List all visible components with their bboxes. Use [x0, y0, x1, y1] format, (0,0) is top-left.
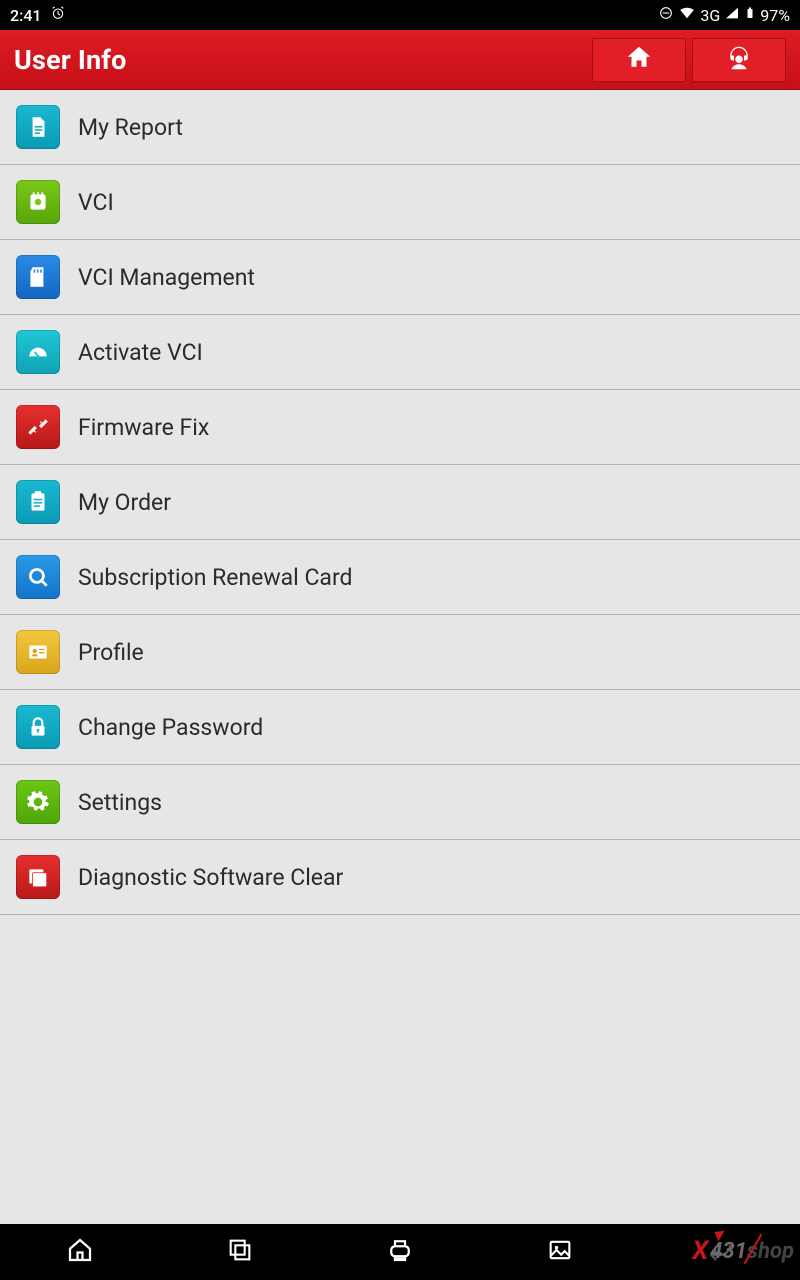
menu-item-vci-mgmt[interactable]: VCI Management [0, 240, 800, 315]
support-button[interactable] [692, 38, 786, 82]
menu-item-label: Activate VCI [78, 339, 203, 366]
home-outline-icon [65, 1235, 95, 1269]
menu-item-settings[interactable]: Settings [0, 765, 800, 840]
menu-item-label: My Order [78, 489, 171, 516]
status-time: 2:41 [10, 6, 42, 25]
cell-signal-icon [724, 5, 740, 25]
lock-icon [16, 705, 60, 749]
menu-item-label: VCI [78, 189, 114, 216]
dnd-icon [658, 5, 674, 25]
menu-item-label: Firmware Fix [78, 414, 209, 441]
back-arrow-icon [705, 1235, 735, 1269]
nav-back-button[interactable] [692, 1232, 748, 1272]
gauge-icon [16, 330, 60, 374]
menu-item-diag-clear[interactable]: Diagnostic Software Clear [0, 840, 800, 915]
menu-item-vci[interactable]: VCI [0, 165, 800, 240]
id-card-icon [16, 630, 60, 674]
menu-item-change-pw[interactable]: Change Password [0, 690, 800, 765]
home-button[interactable] [592, 38, 686, 82]
menu-item-sub-card[interactable]: Subscription Renewal Card [0, 540, 800, 615]
status-network: 3G [700, 6, 720, 25]
vci-print-icon [385, 1235, 415, 1269]
nav-home-button[interactable] [52, 1232, 108, 1272]
tools-icon [16, 405, 60, 449]
search-icon [16, 555, 60, 599]
user-info-menu: My Report VCI VCI Management Activate VCI Fi… [0, 90, 800, 915]
menu-item-label: Subscription Renewal Card [78, 564, 353, 591]
nav-gallery-button[interactable] [532, 1232, 588, 1272]
image-icon [546, 1236, 574, 1268]
gear-icon [16, 780, 60, 824]
menu-item-label: My Report [78, 114, 183, 141]
nav-recent-apps-button[interactable] [212, 1232, 268, 1272]
menu-item-label: Settings [78, 789, 162, 816]
document-icon [16, 105, 60, 149]
menu-item-profile[interactable]: Profile [0, 615, 800, 690]
headset-user-icon [724, 43, 754, 77]
android-status-bar: 2:41 3G 97% [0, 0, 800, 30]
menu-item-firmware-fix[interactable]: Firmware Fix [0, 390, 800, 465]
empty-area [0, 915, 800, 1224]
android-nav-bar: X 431 shop [0, 1224, 800, 1280]
windows-icon [16, 855, 60, 899]
stacked-squares-icon [226, 1236, 254, 1268]
page-title: User Info [14, 44, 127, 76]
menu-item-label: Profile [78, 639, 144, 666]
wifi-icon [678, 4, 696, 26]
status-alarm-icon [50, 5, 66, 25]
menu-item-label: VCI Management [78, 264, 255, 291]
menu-item-label: Change Password [78, 714, 263, 741]
app-header: User Info [0, 30, 800, 90]
nav-vci-button[interactable] [372, 1232, 428, 1272]
sd-card-icon [16, 255, 60, 299]
status-battery: 97% [760, 6, 790, 25]
home-icon [624, 43, 654, 77]
menu-item-my-report[interactable]: My Report [0, 90, 800, 165]
battery-icon [744, 4, 756, 26]
menu-item-my-order[interactable]: My Order [0, 465, 800, 540]
menu-item-activate-vci[interactable]: Activate VCI [0, 315, 800, 390]
clipboard-icon [16, 480, 60, 524]
chip-icon [16, 180, 60, 224]
menu-item-label: Diagnostic Software Clear [78, 864, 343, 891]
